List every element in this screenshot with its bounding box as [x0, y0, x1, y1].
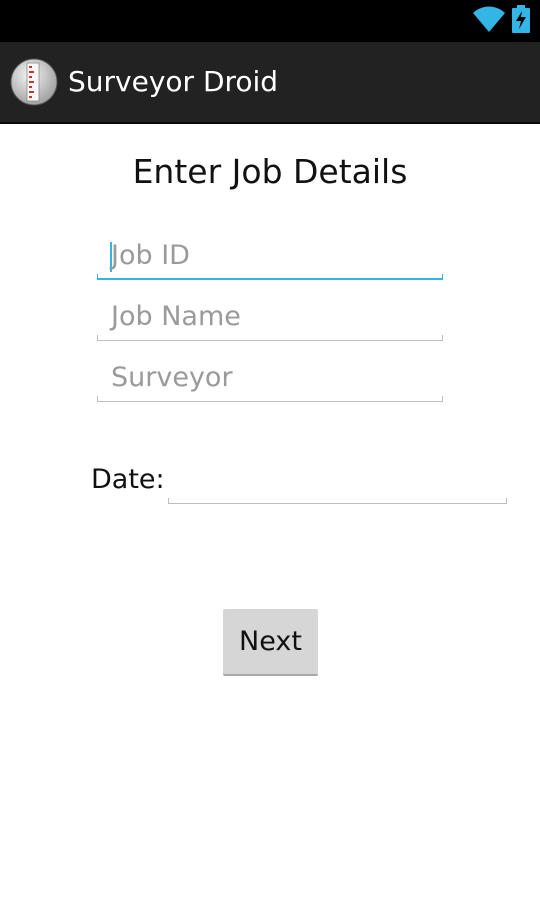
- surveyor-field[interactable]: Surveyor: [97, 356, 443, 402]
- job-id-tick-right: [442, 274, 443, 280]
- surveyor-ruler-app-icon[interactable]: [10, 58, 58, 106]
- wifi-icon: [473, 6, 505, 32]
- job-name-field[interactable]: Job Name: [97, 295, 443, 341]
- surveyor-placeholder: Surveyor: [111, 362, 233, 393]
- surveyor-underline: [97, 401, 443, 402]
- page-title: Enter Job Details: [132, 152, 408, 191]
- job-id-tick-left: [97, 274, 98, 280]
- job-id-placeholder: Job ID: [111, 240, 190, 271]
- next-button[interactable]: Next: [223, 609, 318, 676]
- date-field[interactable]: [168, 466, 507, 504]
- status-bar: [0, 0, 540, 42]
- job-name-underline: [97, 340, 443, 341]
- date-tick-right: [506, 498, 507, 504]
- battery-charging-icon: [512, 5, 530, 33]
- job-name-tick-left: [97, 335, 98, 341]
- surveyor-tick-left: [97, 396, 98, 402]
- date-label: Date:: [91, 464, 165, 495]
- app-title: Surveyor Droid: [68, 65, 279, 98]
- surveyor-tick-right: [442, 396, 443, 402]
- job-name-tick-right: [442, 335, 443, 341]
- date-underline: [168, 503, 507, 504]
- job-name-placeholder: Job Name: [111, 301, 241, 332]
- job-id-field[interactable]: Job ID: [97, 234, 443, 280]
- action-bar: Surveyor Droid: [0, 42, 540, 124]
- job-id-underline: [97, 278, 443, 280]
- date-tick-left: [168, 498, 169, 504]
